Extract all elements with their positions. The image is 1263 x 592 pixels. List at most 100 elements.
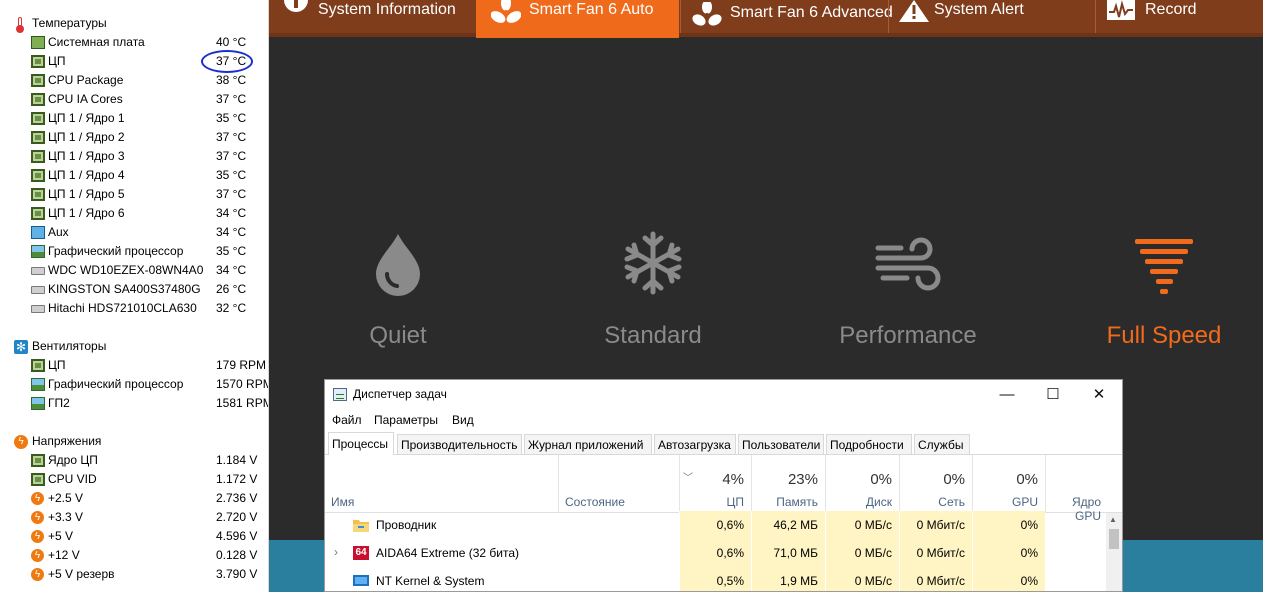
- sensor-row[interactable]: Графический процессор 1570 RPM: [0, 375, 268, 394]
- section-title: Напряжения: [32, 434, 102, 448]
- tab-smart-fan-auto[interactable]: Smart Fan 6 Auto: [476, 0, 679, 33]
- sensor-label: ЦП 1 / Ядро 5: [48, 187, 125, 201]
- memory-cell: 1,9 МБ: [751, 567, 825, 591]
- tab-app-history[interactable]: Журнал приложений: [524, 434, 652, 454]
- column-state[interactable]: Состояние: [565, 495, 625, 509]
- close-button[interactable]: ✕: [1076, 380, 1122, 410]
- scrollbar-thumb[interactable]: [1109, 529, 1119, 549]
- column-pct: 0%: [870, 471, 892, 488]
- mode-quiet[interactable]: Quiet: [288, 228, 508, 350]
- sensor-row[interactable]: ЦП 1 / Ядро 3 37 °C: [0, 147, 268, 166]
- gpu-icon: [31, 245, 45, 258]
- sensor-row[interactable]: ЦП 1 / Ядро 4 35 °C: [0, 166, 268, 185]
- column-pct: 0%: [1016, 471, 1038, 488]
- sensor-row[interactable]: Hitachi HDS721010CLA630 32 °C: [0, 299, 268, 318]
- column-disk[interactable]: 0% Диск: [825, 455, 899, 512]
- record-icon: [1107, 0, 1135, 20]
- sensor-row[interactable]: Aux 34 °C: [0, 223, 268, 242]
- column-name[interactable]: Имя: [331, 495, 354, 509]
- tab-smart-fan-advanced[interactable]: Smart Fan 6 Advanced: [680, 0, 893, 33]
- column-network[interactable]: 0% Сеть: [899, 455, 972, 512]
- sensor-row[interactable]: ϟ +2.5 V 2.736 V: [0, 489, 268, 508]
- table-row[interactable]: › 64 AIDA64 Extreme (32 бита) 0,6% 71,0 …: [325, 539, 1122, 567]
- task-manager-window: Диспетчер задач — ☐ ✕ Файл Параметры Вид…: [324, 379, 1123, 592]
- sensor-row[interactable]: WDC WD10EZEX-08WN4A0 34 °C: [0, 261, 268, 280]
- active-tab-indicator: [476, 33, 679, 38]
- tab-processes[interactable]: Процессы: [328, 432, 394, 455]
- sensor-row[interactable]: ϟ +5 V резерв 3.790 V: [0, 565, 268, 584]
- sensor-row[interactable]: ЦП 1 / Ядро 5 37 °C: [0, 185, 268, 204]
- wind-icon: [875, 237, 941, 291]
- menu-file[interactable]: Файл: [332, 413, 362, 427]
- cpu-chip-icon: [31, 169, 45, 182]
- drop-icon: [376, 234, 420, 296]
- sensor-row[interactable]: ϟ +5 V 4.596 V: [0, 527, 268, 546]
- mode-label: Performance: [839, 322, 977, 349]
- fan-icon: [692, 2, 722, 26]
- monitor-icon: [31, 226, 45, 239]
- title-bar[interactable]: Диспетчер задач — ☐ ✕: [325, 380, 1122, 410]
- sensor-value: 34 °C: [216, 225, 247, 239]
- cpu-cell: 0,5%: [679, 567, 751, 591]
- network-cell: 0 Мбит/с: [899, 567, 972, 591]
- sensor-label: ЦП 1 / Ядро 1: [48, 111, 125, 125]
- column-gpu-engine[interactable]: Ядро GPU: [1045, 455, 1108, 523]
- tab-system-alert[interactable]: System Alert: [888, 0, 1094, 33]
- sensor-row[interactable]: ЦП 1 / Ядро 6 34 °C: [0, 204, 268, 223]
- vertical-scrollbar[interactable]: ▲: [1106, 513, 1122, 591]
- tab-users[interactable]: Пользователи: [738, 434, 824, 454]
- cpu-cell: 0,6%: [679, 539, 751, 567]
- column-pct: 23%: [787, 471, 818, 488]
- sensor-row[interactable]: ϟ +12 V 0.128 V: [0, 546, 268, 565]
- memory-cell: 71,0 МБ: [751, 539, 825, 567]
- sensor-row[interactable]: ϟ +3.3 V 2.720 V: [0, 508, 268, 527]
- sensor-row[interactable]: KINGSTON SA400S37480G 26 °C: [0, 280, 268, 299]
- menu-view[interactable]: Вид: [452, 413, 474, 427]
- tab-system-information[interactable]: System Information: [269, 0, 475, 33]
- sensor-label: Графический процессор: [48, 244, 184, 258]
- menu-options[interactable]: Параметры: [374, 413, 438, 427]
- column-gpu[interactable]: 0% GPU: [972, 455, 1045, 512]
- sensor-row[interactable]: ГП2 1581 RPM: [0, 394, 268, 413]
- scroll-up-icon[interactable]: ▲: [1109, 515, 1117, 524]
- thermometer-icon: [16, 17, 24, 33]
- sensor-row[interactable]: ЦП 1 / Ядро 1 35 °C: [0, 109, 268, 128]
- sensor-value: 32 °C: [216, 301, 247, 315]
- voltage-icon: ϟ: [31, 511, 44, 524]
- table-row[interactable]: NT Kernel & System 0,5% 1,9 МБ 0 МБ/с 0 …: [325, 567, 1122, 591]
- section-voltages[interactable]: ϟ Напряжения: [0, 432, 268, 451]
- tab-startup[interactable]: Автозагрузка: [654, 434, 736, 454]
- sensor-row[interactable]: CPU IA Cores 37 °C: [0, 90, 268, 109]
- tab-details[interactable]: Подробности: [826, 434, 912, 454]
- sensor-row[interactable]: Ядро ЦП 1.184 V: [0, 451, 268, 470]
- voltage-icon: ϟ: [14, 435, 28, 449]
- sensor-row[interactable]: ЦП 179 RPM: [0, 356, 268, 375]
- sensor-row[interactable]: CPU Package 38 °C: [0, 71, 268, 90]
- alert-icon: [899, 0, 929, 22]
- system-icon: [353, 575, 369, 586]
- column-memory[interactable]: 23% Память: [751, 455, 825, 512]
- tab-services[interactable]: Службы: [914, 434, 970, 454]
- sensor-value: 40 °C: [216, 35, 247, 49]
- minimize-button[interactable]: —: [984, 380, 1030, 410]
- sensor-label: ЦП 1 / Ядро 6: [48, 206, 125, 220]
- sensor-row[interactable]: CPU VID 1.172 V: [0, 470, 268, 489]
- column-pct: 0%: [943, 471, 965, 488]
- mode-full-speed[interactable]: Full Speed: [1054, 228, 1263, 350]
- tab-record[interactable]: Record: [1095, 0, 1263, 33]
- section-temperatures[interactable]: Температуры: [0, 14, 268, 33]
- disk-icon: [31, 305, 45, 313]
- sensor-value: 37 °C: [216, 187, 247, 201]
- tornado-icon: [1135, 239, 1193, 294]
- tab-performance[interactable]: Производительность: [397, 434, 522, 454]
- mode-standard[interactable]: Standard: [543, 228, 763, 350]
- sensor-row[interactable]: ЦП 1 / Ядро 2 37 °C: [0, 128, 268, 147]
- expand-chevron-icon[interactable]: ›: [334, 545, 338, 559]
- maximize-button[interactable]: ☐: [1030, 380, 1076, 410]
- section-fans[interactable]: ✻ Вентиляторы: [0, 337, 268, 356]
- sensor-row[interactable]: Графический процессор 35 °C: [0, 242, 268, 261]
- mode-performance[interactable]: Performance: [798, 228, 1018, 350]
- tab-bar-underline: [269, 33, 1263, 37]
- sensor-label: +2.5 V: [48, 491, 84, 505]
- table-row[interactable]: Проводник 0,6% 46,2 МБ 0 МБ/с 0 Мбит/с 0…: [325, 511, 1122, 539]
